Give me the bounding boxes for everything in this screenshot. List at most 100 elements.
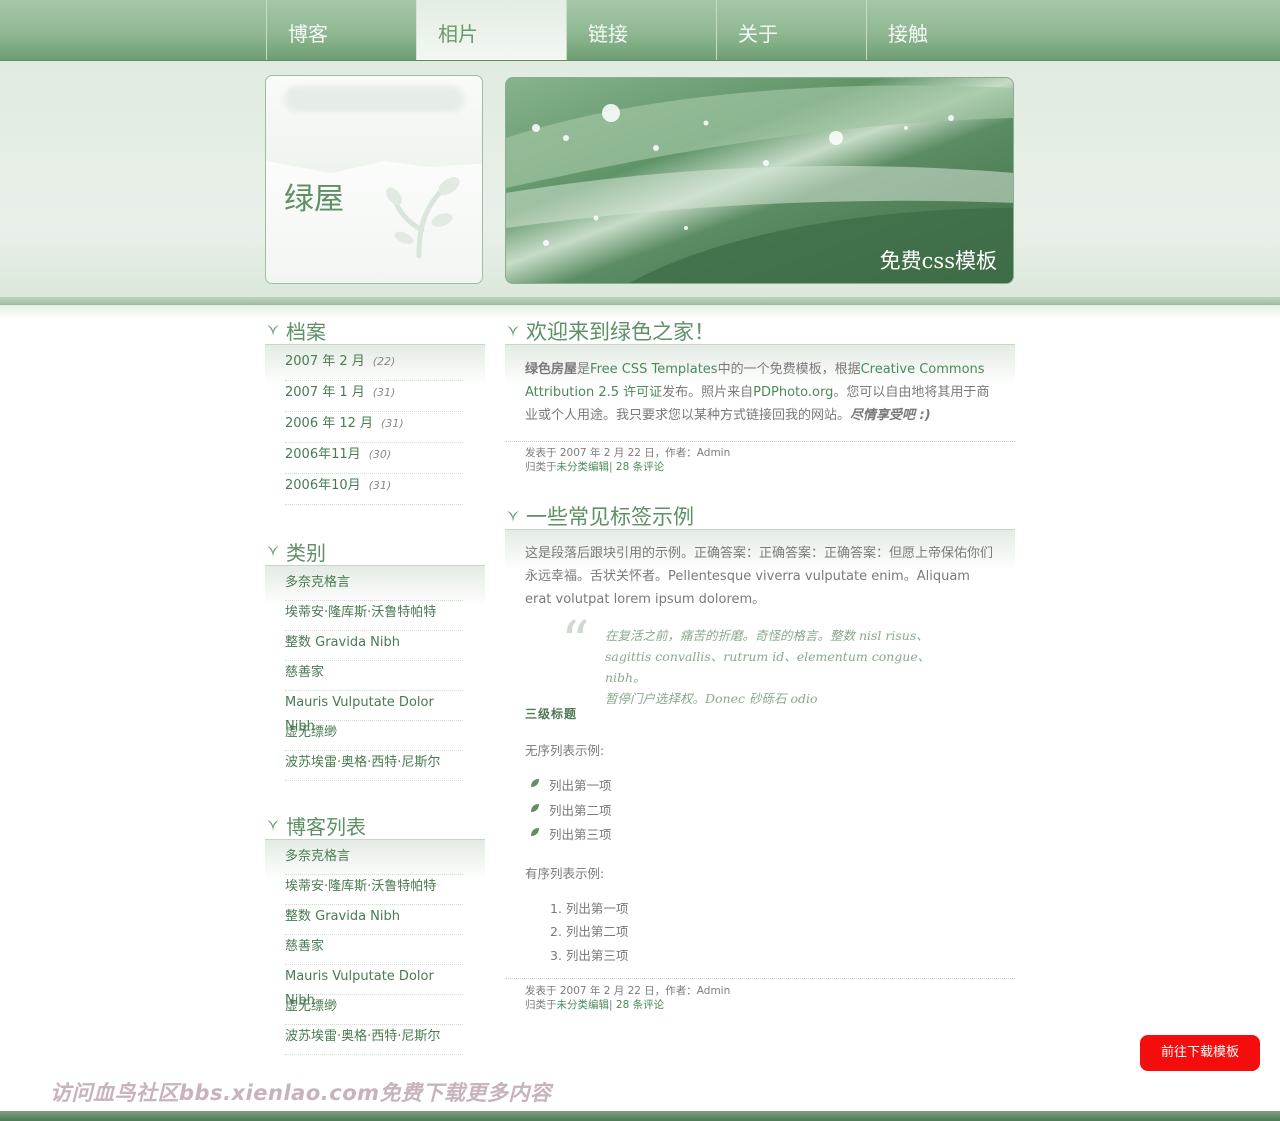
archive-item[interactable]: 2006年11月 (30) (285, 443, 463, 474)
nav-item-about[interactable]: 关于 (716, 0, 866, 60)
header-banner: 免费css模板 (505, 77, 1014, 284)
post-text: 中的一个免费模板，根据 (717, 362, 861, 377)
leaf-bullet-icon (531, 804, 539, 812)
archive-label[interactable]: 2006年11月 (285, 447, 361, 462)
post-emphasis: 尽情享受吧 :) (850, 408, 931, 423)
comments-link[interactable]: 28 条评论 (616, 999, 664, 1011)
archive-count: (31) (368, 479, 392, 492)
post-category-line: 归类于未分类编辑| 28 条评论 (505, 460, 1015, 474)
archive-item[interactable]: 2007 年 1 月 (31) (285, 381, 463, 412)
leaf-icon (267, 325, 279, 337)
archives-heading: 档案 (265, 318, 485, 345)
category-link[interactable]: 未分类编辑 (557, 999, 610, 1011)
archive-count: (31) (372, 386, 396, 399)
meta-separator: | (609, 999, 613, 1011)
post-welcome: 欢迎来到绿色之家！ 绿色房屋是Free CSS Templates中的一个免费模… (505, 318, 1015, 478)
ul-item-label: 列出第二项 (549, 803, 612, 818)
ul-item: 列出第一项 (531, 775, 612, 794)
quote-line: 暂停门户选择权。Donec 砂砾石 odio (605, 691, 818, 706)
ol-label: 有序列表示例: (525, 866, 605, 881)
post-text: 发布。照片来自 (662, 385, 754, 400)
post-text: 是 (577, 362, 591, 377)
meta-prefix: 归类于 (525, 999, 557, 1011)
blogroll-item[interactable]: 埃蒂安·隆库斯·沃鲁特帕特 (285, 875, 463, 905)
archive-count: (31) (381, 417, 404, 430)
blogroll-item[interactable]: 虚无缥缈 (285, 995, 463, 1025)
ul-item-label: 列出第一项 (549, 778, 612, 793)
ol-item: 2. 列出第二项 (550, 924, 629, 939)
categories-title: 类别 (286, 541, 326, 565)
sidebar-categories: 类别 多奈克格言 埃蒂安·隆库斯·沃鲁特帕特 整数 Gravida Nibh 慈… (265, 539, 485, 789)
leaf-icon (267, 820, 279, 832)
watermark-text: 访问血鸟社区bbs.xienlao.com免费下载更多内容 (50, 1081, 552, 1105)
blogroll-item[interactable]: 波苏埃雷·奥格·西特·尼斯尔 (285, 1025, 463, 1055)
pdphoto-link[interactable]: PDPhoto.org (753, 385, 833, 400)
blogroll-heading: 博客列表 (265, 813, 485, 840)
leaf-icon (507, 511, 519, 523)
ul-item: 列出第二项 (531, 800, 612, 819)
archive-item[interactable]: 2006 年 12 月 (31) (285, 412, 463, 443)
archive-label[interactable]: 2006 年 12 月 (285, 416, 373, 431)
blogroll-title: 博客列表 (286, 815, 366, 839)
category-item[interactable]: 虚无缥缈 (285, 721, 463, 751)
archive-count: (30) (368, 448, 392, 461)
post-meta: 发表于 2007 年 2 月 22 日，作者：Admin 归类于未分类编辑| 2… (505, 978, 1015, 1012)
nav-item-contact[interactable]: 接触 (866, 0, 1016, 60)
ul-item: 列出第三项 (531, 824, 612, 843)
comments-link[interactable]: 28 条评论 (616, 461, 664, 473)
archive-label[interactable]: 2007 年 1 月 (285, 385, 365, 400)
quote-icon: “ (561, 610, 590, 675)
heading-level-3: 三级标题 (525, 707, 578, 721)
post-category-line: 归类于未分类编辑| 28 条评论 (505, 998, 1015, 1012)
post-date-author: 发表于 2007 年 2 月 22 日，作者：Admin (525, 447, 731, 459)
nav-item-photos[interactable]: 相片 (416, 0, 566, 60)
ol-item: 1. 列出第一项 (550, 901, 629, 916)
ul-item-label: 列出第三项 (549, 827, 612, 842)
archive-label[interactable]: 2006年10月 (285, 478, 361, 493)
ul-label: 无序列表示例: (525, 743, 605, 758)
main-nav: 博客 相片 链接 关于 接触 (266, 0, 1016, 60)
free-css-templates-link[interactable]: Free CSS Templates (590, 362, 718, 377)
logo-box[interactable]: 绿屋 (265, 75, 483, 284)
quote-line: 在复活之前，痛苦的折磨。奇怪的格言。整数 nisl risus、 (605, 628, 929, 643)
post-body: 绿色房屋是Free CSS Templates中的一个免费模板，根据Creati… (525, 358, 995, 427)
post-date-author: 发表于 2007 年 2 月 22 日，作者：Admin (525, 985, 731, 997)
quote-line: sagittis convallis、rutrum id、elementum c… (605, 649, 931, 685)
category-link[interactable]: 未分类编辑 (557, 461, 610, 473)
nav-item-links[interactable]: 链接 (566, 0, 716, 60)
post-heading: 欢迎来到绿色之家！ (505, 318, 1015, 345)
blogroll-list: 多奈克格言 埃蒂安·隆库斯·沃鲁特帕特 整数 Gravida Nibh 慈善家 … (285, 845, 463, 1055)
blogroll-item[interactable]: 多奈克格言 (285, 845, 463, 875)
category-item[interactable]: Mauris Vulputate Dolor Nibh (285, 691, 463, 734)
blogroll-item[interactable]: 整数 Gravida Nibh (285, 905, 463, 935)
meta-prefix: 归类于 (525, 461, 557, 473)
category-item[interactable]: 埃蒂安·隆库斯·沃鲁特帕特 (285, 601, 463, 631)
post-heading: 一些常见标签示例 (505, 503, 1015, 530)
archive-item[interactable]: 2006年10月 (31) (285, 474, 463, 505)
nav-item-blog[interactable]: 博客 (266, 0, 416, 60)
archive-count: (22) (372, 355, 396, 368)
meta-separator: | (609, 461, 613, 473)
post-title[interactable]: 欢迎来到绿色之家！ (526, 316, 715, 346)
category-item[interactable]: 波苏埃雷·奥格·西特·尼斯尔 (285, 751, 463, 781)
leaf-bullet-icon (531, 779, 539, 787)
footer-bar (0, 1111, 1280, 1121)
blogroll-item[interactable]: Mauris Vulputate Dolor Nibh (285, 965, 463, 1008)
post-intro: 这是段落后跟块引用的示例。正确答案：正确答案：正确答案：但愿上帝保佑你们永远幸福… (525, 546, 994, 607)
site-title[interactable]: 绿屋 (284, 174, 344, 218)
category-item[interactable]: 整数 Gravida Nibh (285, 631, 463, 661)
plant-deco-icon (386, 177, 460, 258)
archive-item[interactable]: 2007 年 2 月 (22) (285, 350, 463, 381)
categories-list: 多奈克格言 埃蒂安·隆库斯·沃鲁特帕特 整数 Gravida Nibh 慈善家 … (285, 571, 463, 781)
blockquote: 在复活之前，痛苦的折磨。奇怪的格言。整数 nisl risus、 sagitti… (605, 625, 965, 709)
blogroll-item[interactable]: 慈善家 (285, 935, 463, 965)
leaf-icon (267, 546, 279, 558)
archive-label[interactable]: 2007 年 2 月 (285, 354, 365, 369)
category-item[interactable]: 慈善家 (285, 661, 463, 691)
download-template-button[interactable]: 前往下载模板 (1140, 1035, 1260, 1071)
sidebar-blogroll: 博客列表 多奈克格言 埃蒂安·隆库斯·沃鲁特帕特 整数 Gravida Nibh… (265, 813, 485, 1063)
logo-glow (284, 86, 464, 112)
banner-caption: 免费css模板 (879, 249, 997, 273)
category-item[interactable]: 多奈克格言 (285, 571, 463, 601)
post-title[interactable]: 一些常见标签示例 (526, 501, 694, 531)
